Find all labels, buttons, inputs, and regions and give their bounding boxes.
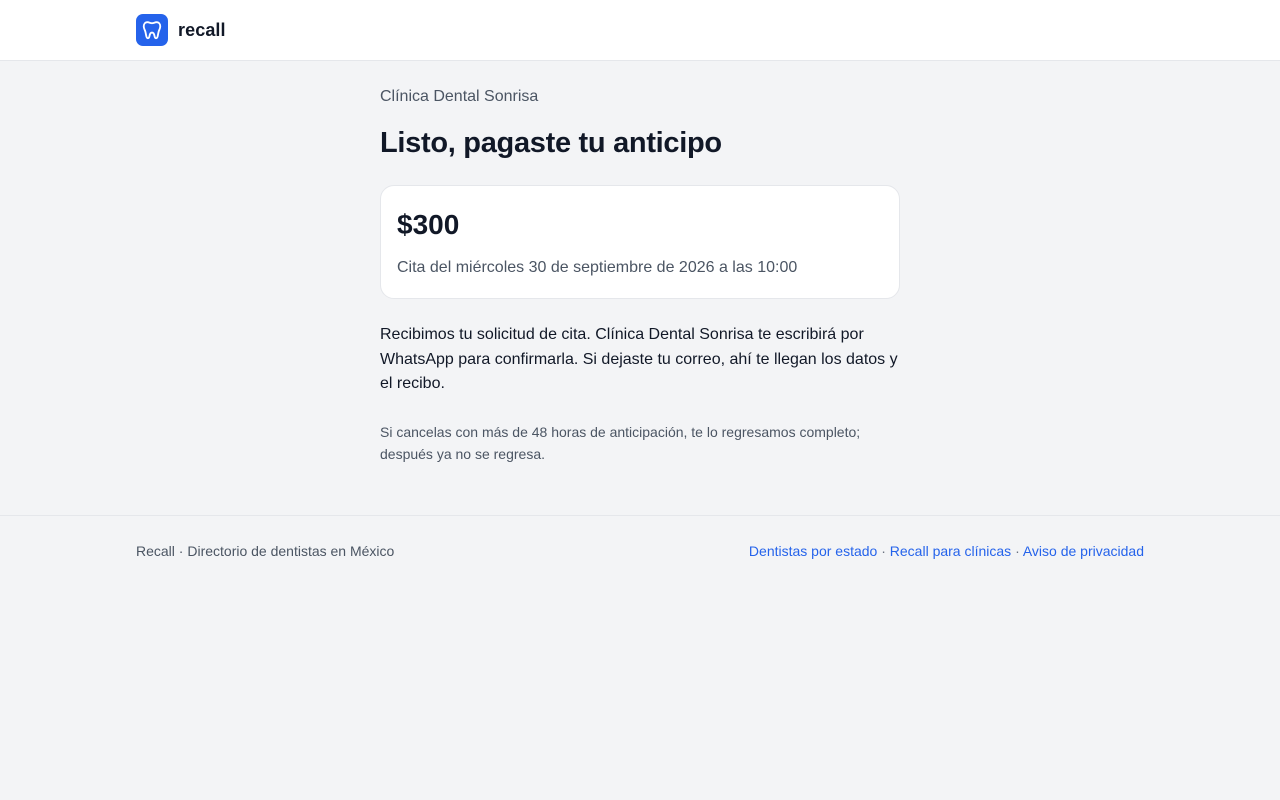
footer-links: Dentistas por estado · Recall para clíni… xyxy=(749,542,1144,560)
confirmation-message: Recibimos tu solicitud de cita. Clínica … xyxy=(380,326,898,392)
footer-separator: · xyxy=(881,543,890,559)
footer-site-info: Recall · Directorio de dentistas en Méxi… xyxy=(136,543,395,559)
cancellation-policy: Si cancelas con más de 48 horas de antic… xyxy=(380,423,861,462)
footer-link-recall-for-clinics[interactable]: Recall para clínicas xyxy=(890,543,1011,559)
clinic-name: Clínica Dental Sonrisa xyxy=(380,88,539,105)
brand-home-link[interactable]: recall xyxy=(136,14,226,46)
tooth-icon xyxy=(136,14,168,46)
appointment-datetime: Cita del miércoles 30 de septiembre de 2… xyxy=(397,259,798,276)
footer: Recall · Directorio de dentistas en Méxi… xyxy=(0,515,1280,560)
payment-amount: $300 xyxy=(397,209,460,240)
footer-link-privacy-notice[interactable]: Aviso de privacidad xyxy=(1023,543,1144,559)
footer-separator: · xyxy=(1015,543,1023,559)
main-content: Clínica Dental Sonrisa Listo, pagaste tu… xyxy=(380,61,900,465)
footer-link-dentists-by-state[interactable]: Dentistas por estado xyxy=(749,543,877,559)
payment-summary-card: $300 Cita del miércoles 30 de septiembre… xyxy=(380,185,900,299)
top-bar: recall xyxy=(0,0,1280,61)
brand-name: recall xyxy=(178,19,226,40)
page-title: Listo, pagaste tu anticipo xyxy=(380,127,722,159)
